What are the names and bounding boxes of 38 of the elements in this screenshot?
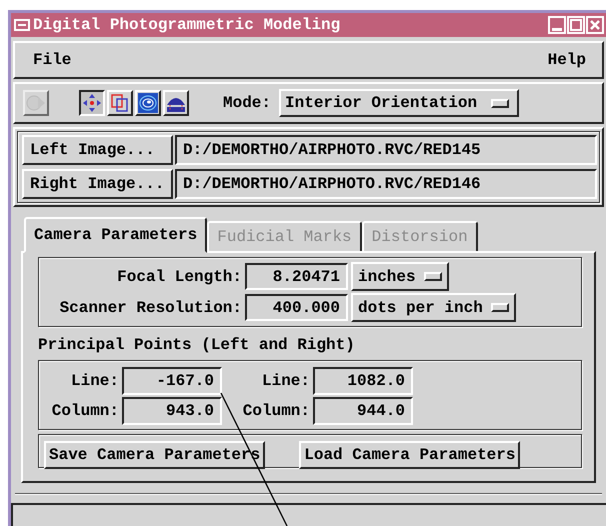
action-button[interactable]: Load Camera Parameters (299, 441, 520, 469)
image-button[interactable]: Left Image... (22, 135, 173, 165)
globe-arrow-icon (26, 93, 46, 113)
field-label: Column: (242, 402, 310, 420)
unit-dropdown[interactable]: inches (351, 262, 449, 291)
section-title: Principal Points (Left and Right) (38, 336, 356, 354)
number-field[interactable]: 400.000 (245, 294, 348, 321)
mode-dropdown[interactable]: Interior Orientation (279, 89, 520, 117)
menu-item[interactable]: File (33, 51, 72, 69)
field-label: Line: (70, 372, 119, 390)
field-label: Scanner Resolution: (58, 298, 242, 316)
number-field[interactable]: 943.0 (122, 397, 222, 425)
field-label: Line: (260, 372, 310, 390)
window-menu-icon[interactable] (14, 19, 30, 31)
close-icon[interactable] (586, 16, 604, 34)
window-title: Digital Photogrammetric Modeling (33, 16, 342, 34)
menu-item[interactable]: Help (548, 51, 586, 69)
number-field[interactable]: -167.0 (122, 367, 222, 395)
path-field[interactable]: D:/DEMORTHO/AIRPHOTO.RVC/RED145 (175, 135, 597, 165)
number-field[interactable]: 8.20471 (245, 263, 348, 290)
path-field[interactable]: D:/DEMORTHO/AIRPHOTO.RVC/RED146 (175, 169, 597, 199)
mode-label: Mode: (223, 94, 272, 112)
field-label: Column: (50, 402, 119, 420)
unit-dropdown[interactable]: dots per inch (351, 293, 516, 322)
minimize-icon[interactable] (548, 16, 566, 34)
dropdown-icon (491, 98, 510, 108)
crosshair-arrows-icon (82, 93, 102, 113)
tab[interactable]: Camera Parameters (24, 217, 208, 253)
number-field[interactable]: 1082.0 (313, 367, 413, 395)
number-field[interactable]: 944.0 (313, 397, 413, 425)
dropdown-icon (490, 303, 509, 312)
tool-button[interactable] (79, 90, 105, 116)
contour-map-icon (138, 93, 158, 113)
image-button[interactable]: Right Image... (22, 169, 173, 199)
overlapping-frames-icon (110, 93, 130, 113)
maximize-icon[interactable] (567, 16, 585, 34)
dropdown-icon (424, 272, 442, 281)
field-label: Focal Length: (116, 268, 242, 286)
